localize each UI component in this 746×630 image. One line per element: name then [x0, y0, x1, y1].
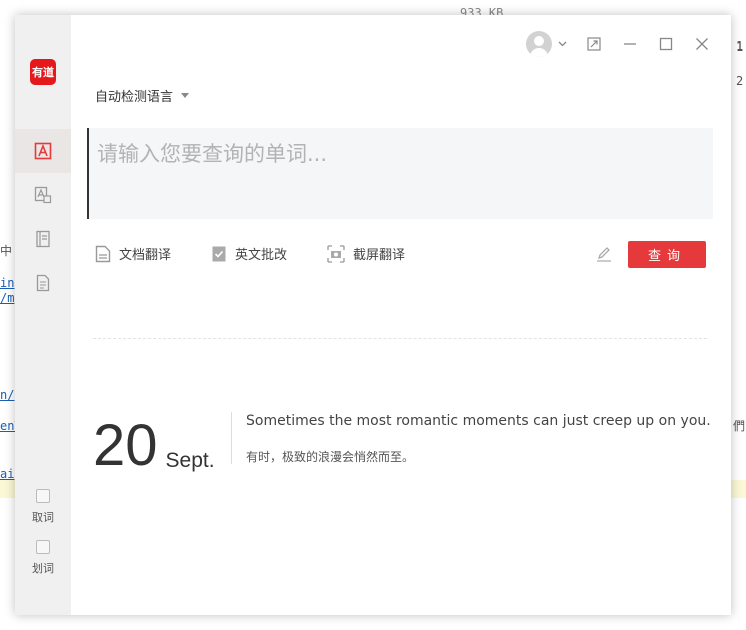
minimize-icon: [624, 43, 636, 45]
account-menu[interactable]: [526, 31, 567, 57]
daily-quote-cn: 有时，极致的浪漫会悄然而至。: [246, 450, 415, 464]
bg-col-2: 1: [736, 40, 744, 54]
close-icon: [696, 38, 708, 50]
query-input-area: [87, 128, 713, 219]
sidebar-item-wordbook[interactable]: [15, 217, 71, 261]
language-select[interactable]: 自动检测语言: [95, 86, 190, 105]
dict-window: 有道 取词 划词 自动检测语言 请输入您要查询的单词... 文档翻译 英文批改 …: [15, 15, 731, 615]
main-panel: 自动检测语言 文档翻译 英文批改: [71, 15, 731, 615]
search-button[interactable]: 查询: [628, 241, 706, 268]
check-doc-icon: [212, 246, 226, 261]
document-icon: [95, 245, 111, 262]
camera-icon: [327, 244, 345, 263]
title-controls: [526, 31, 711, 57]
pin-button[interactable]: [585, 35, 603, 53]
sidebar-item-document[interactable]: [15, 261, 71, 305]
bg-frag-right: 們: [733, 419, 746, 433]
word-translate-icon: [34, 186, 52, 204]
daily-date: 20 Sept.: [93, 403, 215, 475]
minimize-button[interactable]: [621, 35, 639, 53]
bg-frag-2: /m: [0, 291, 15, 305]
select-word-label: 划词: [32, 562, 54, 575]
pin-icon: [587, 37, 601, 51]
bg-frag-3: n/: [0, 388, 15, 402]
select-word-checkbox[interactable]: [36, 540, 50, 554]
tool-row: 文档翻译 英文批改 截屏翻译: [95, 244, 405, 263]
screenshot-translate-label: 截屏翻译: [353, 248, 406, 263]
section-divider: [93, 338, 707, 339]
daily-divider: [231, 412, 232, 464]
sidebar: 有道 取词 划词: [15, 15, 71, 615]
daily-quote-en: Sometimes the most romantic moments can …: [246, 413, 711, 429]
english-correction-button[interactable]: 英文批改: [211, 244, 287, 263]
english-correction-label: 英文批改: [235, 248, 288, 263]
screenshot-translate-button[interactable]: 截屏翻译: [327, 244, 405, 263]
quick-word-checkbox[interactable]: [36, 489, 50, 503]
text-translate-icon: [34, 142, 52, 160]
query-input[interactable]: [87, 128, 713, 219]
sidebar-item-dictionary[interactable]: [15, 173, 71, 217]
app-logo: 有道: [30, 59, 56, 85]
notebook-icon: [36, 230, 50, 248]
maximize-icon: [659, 37, 673, 51]
doc-translate-button[interactable]: 文档翻译: [95, 244, 171, 263]
maximize-button[interactable]: [657, 35, 675, 53]
close-button[interactable]: [693, 35, 711, 53]
user-avatar: [526, 31, 552, 57]
sidebar-item-translate[interactable]: [15, 129, 71, 173]
doc-translate-label: 文档翻译: [119, 248, 172, 263]
quick-word-label: 取词: [32, 511, 54, 524]
language-select-label: 自动检测语言: [95, 90, 174, 105]
daily-month: Sept.: [165, 449, 215, 472]
bg-frag-0: 中: [0, 244, 13, 258]
bg-frag-1: in: [0, 276, 15, 290]
document-icon: [36, 274, 50, 292]
daily-day: 20: [93, 413, 158, 478]
bg-col-3: 2: [736, 74, 744, 88]
bg-frag-5: ai: [0, 467, 15, 481]
chevron-down-icon: [558, 41, 567, 47]
handwriting-icon: [597, 247, 611, 262]
caret-down-icon: [181, 93, 190, 98]
handwriting-button[interactable]: [595, 245, 613, 267]
